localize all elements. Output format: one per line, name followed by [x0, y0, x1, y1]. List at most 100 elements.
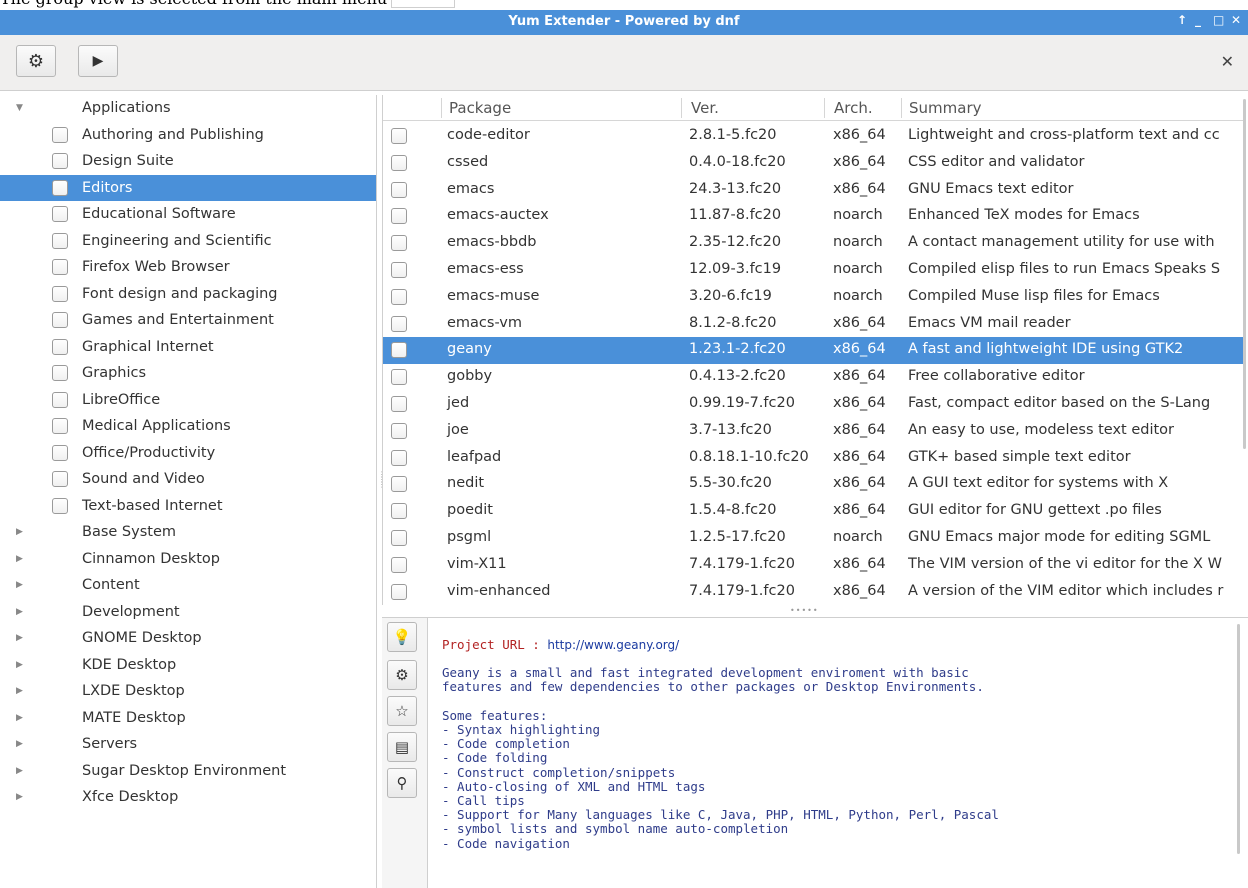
package-row[interactable]: emacs-auctex 11.87-8.fc20 noarch Enhanced T… — [383, 203, 1243, 230]
package-checkbox[interactable] — [391, 235, 407, 252]
tree-item-group[interactable]: Font design and packaging — [0, 281, 376, 308]
group-checkbox[interactable] — [52, 206, 68, 223]
minimize-icon[interactable]: _ — [1195, 13, 1201, 27]
package-row[interactable]: jed 0.99.19-7.fc20 x86_64 Fast, compact edi… — [383, 391, 1243, 418]
package-row[interactable]: emacs-bbdb 2.35-12.fc20 noarch A contact ma… — [383, 230, 1243, 257]
package-row[interactable]: gobby 0.4.13-2.fc20 x86_64 Free collaborati… — [383, 364, 1243, 391]
expander-closed-icon[interactable]: ▶ — [16, 554, 23, 564]
group-checkbox[interactable] — [52, 418, 68, 435]
tree-item-group[interactable]: Medical Applications — [0, 413, 376, 440]
updateinfo-button[interactable]: ⚙ — [387, 660, 417, 690]
expander-closed-icon[interactable]: ▶ — [16, 686, 23, 696]
package-checkbox[interactable] — [391, 154, 407, 171]
keep-above-icon[interactable]: ↑ — [1177, 13, 1187, 27]
group-checkbox[interactable] — [52, 153, 68, 170]
group-checkbox[interactable] — [52, 259, 68, 276]
tree-item-category[interactable]: ▶ GNOME Desktop — [0, 625, 376, 652]
group-checkbox[interactable] — [52, 471, 68, 488]
package-checkbox[interactable] — [391, 369, 407, 386]
run-button[interactable]: ▶ — [78, 45, 118, 77]
group-checkbox[interactable] — [52, 365, 68, 382]
package-row[interactable]: emacs-vm 8.1.2-8.fc20 x86_64 Emacs VM mail … — [383, 311, 1243, 338]
package-row[interactable]: geany 1.23.1-2.fc20 x86_64 A fast and light… — [383, 337, 1243, 365]
group-checkbox[interactable] — [52, 285, 68, 302]
package-row[interactable]: joe 3.7-13.fc20 x86_64 An easy to use, mode… — [383, 418, 1243, 445]
tree-item-group[interactable]: Sound and Video — [0, 466, 376, 493]
settings-button[interactable]: ⚙ — [16, 45, 56, 77]
project-url-link[interactable]: http://www.geany.org/ — [547, 638, 679, 652]
column-summary[interactable]: Summary — [909, 99, 982, 117]
group-checkbox[interactable] — [52, 391, 68, 408]
description-button[interactable]: 💡 — [387, 622, 417, 652]
package-checkbox[interactable] — [391, 449, 407, 466]
tree-item-category[interactable]: ▶ LXDE Desktop — [0, 678, 376, 705]
tree-item-category[interactable]: ▶ KDE Desktop — [0, 652, 376, 679]
tree-item-group[interactable]: Editors — [0, 174, 376, 201]
tree-item-category[interactable]: ▶ Content — [0, 572, 376, 599]
tree-item-group[interactable]: Graphical Internet — [0, 334, 376, 361]
favorites-button[interactable]: ☆ — [387, 696, 417, 726]
files-button[interactable]: ▤ — [387, 732, 417, 762]
package-checkbox[interactable] — [391, 422, 407, 439]
tree-item-category[interactable]: ▶ Development — [0, 599, 376, 626]
close-icon[interactable]: ✕ — [1221, 52, 1234, 71]
package-row[interactable]: emacs-ess 12.09-3.fc19 noarch Compiled elis… — [383, 257, 1243, 284]
column-ver[interactable]: Ver. — [691, 99, 719, 117]
tree-item-category[interactable]: ▶ Cinnamon Desktop — [0, 546, 376, 573]
maximize-icon[interactable]: □ — [1213, 13, 1224, 27]
package-row[interactable]: leafpad 0.8.18.1-10.fc20 x86_64 GTK+ based … — [383, 445, 1243, 472]
package-row[interactable]: emacs-muse 3.20-6.fc19 noarch Compiled Muse… — [383, 284, 1243, 311]
expander-closed-icon[interactable]: ▶ — [16, 660, 23, 670]
expander-closed-icon[interactable]: ▶ — [16, 580, 23, 590]
tree-item-group[interactable]: Design Suite — [0, 148, 376, 175]
package-row[interactable]: psgml 1.2.5-17.fc20 noarch GNU Emacs major … — [383, 525, 1243, 552]
split-handle[interactable]: ••••• — [790, 606, 819, 615]
package-row[interactable]: poedit 1.5.4-8.fc20 x86_64 GUI editor for G… — [383, 498, 1243, 525]
package-checkbox[interactable] — [391, 288, 407, 305]
info-scrollbar[interactable] — [1237, 624, 1240, 854]
tree-item-group[interactable]: Educational Software — [0, 201, 376, 228]
tree-item-group[interactable]: Text-based Internet — [0, 493, 376, 520]
expander-closed-icon[interactable]: ▶ — [16, 713, 23, 723]
package-checkbox[interactable] — [391, 556, 407, 573]
group-checkbox[interactable] — [52, 312, 68, 329]
package-checkbox[interactable] — [391, 396, 407, 412]
close-window-icon[interactable]: ✕ — [1231, 13, 1241, 27]
package-row[interactable]: cssed 0.4.0-18.fc20 x86_64 CSS editor and v… — [383, 150, 1243, 177]
expander-closed-icon[interactable]: ▶ — [16, 607, 23, 617]
tree-item-group[interactable]: Office/Productivity — [0, 440, 376, 467]
group-checkbox[interactable] — [52, 338, 68, 355]
tree-item-category[interactable]: ▶ Servers — [0, 731, 376, 758]
column-arch[interactable]: Arch. — [834, 99, 873, 117]
tree-item-group[interactable]: LibreOffice — [0, 387, 376, 414]
tree-item-group[interactable]: Graphics — [0, 360, 376, 387]
tree-item-category[interactable]: ▶ Sugar Desktop Environment — [0, 758, 376, 785]
package-row[interactable]: emacs 24.3-13.fc20 x86_64 GNU Emacs text ed… — [383, 177, 1243, 204]
tree-item-category[interactable]: ▶ MATE Desktop — [0, 705, 376, 732]
package-checkbox[interactable] — [391, 315, 407, 332]
group-checkbox[interactable] — [52, 126, 68, 143]
expander-open-icon[interactable]: ▼ — [16, 103, 23, 113]
package-row[interactable]: vim-enhanced 7.4.179-1.fc20 x86_64 A versio… — [383, 579, 1243, 605]
package-checkbox[interactable] — [391, 208, 407, 225]
tree-item-category[interactable]: ▶ Xfce Desktop — [0, 784, 376, 811]
group-checkbox[interactable] — [52, 444, 68, 461]
package-row[interactable]: code-editor 2.8.1-5.fc20 x86_64 Lightweight… — [383, 123, 1243, 150]
package-checkbox[interactable] — [391, 342, 407, 359]
expander-closed-icon[interactable]: ▶ — [16, 739, 23, 749]
group-checkbox[interactable] — [52, 179, 68, 196]
group-checkbox[interactable] — [52, 232, 68, 249]
package-checkbox[interactable] — [391, 262, 407, 278]
package-row[interactable]: vim-X11 7.4.179-1.fc20 x86_64 The VIM versi… — [383, 552, 1243, 579]
tree-item-group[interactable]: Firefox Web Browser — [0, 254, 376, 281]
tree-item-group[interactable]: Engineering and Scientific — [0, 228, 376, 255]
expander-closed-icon[interactable]: ▶ — [16, 792, 23, 802]
group-checkbox[interactable] — [52, 497, 68, 514]
tree-item-applications[interactable]: ▼ Applications — [0, 95, 376, 122]
requirements-button[interactable]: ⚲ — [387, 768, 417, 798]
expander-closed-icon[interactable]: ▶ — [16, 766, 23, 776]
package-checkbox[interactable] — [391, 181, 407, 198]
package-checkbox[interactable] — [391, 476, 407, 493]
package-row[interactable]: nedit 5.5-30.fc20 x86_64 A GUI text editor … — [383, 471, 1243, 498]
package-checkbox[interactable] — [391, 530, 407, 546]
